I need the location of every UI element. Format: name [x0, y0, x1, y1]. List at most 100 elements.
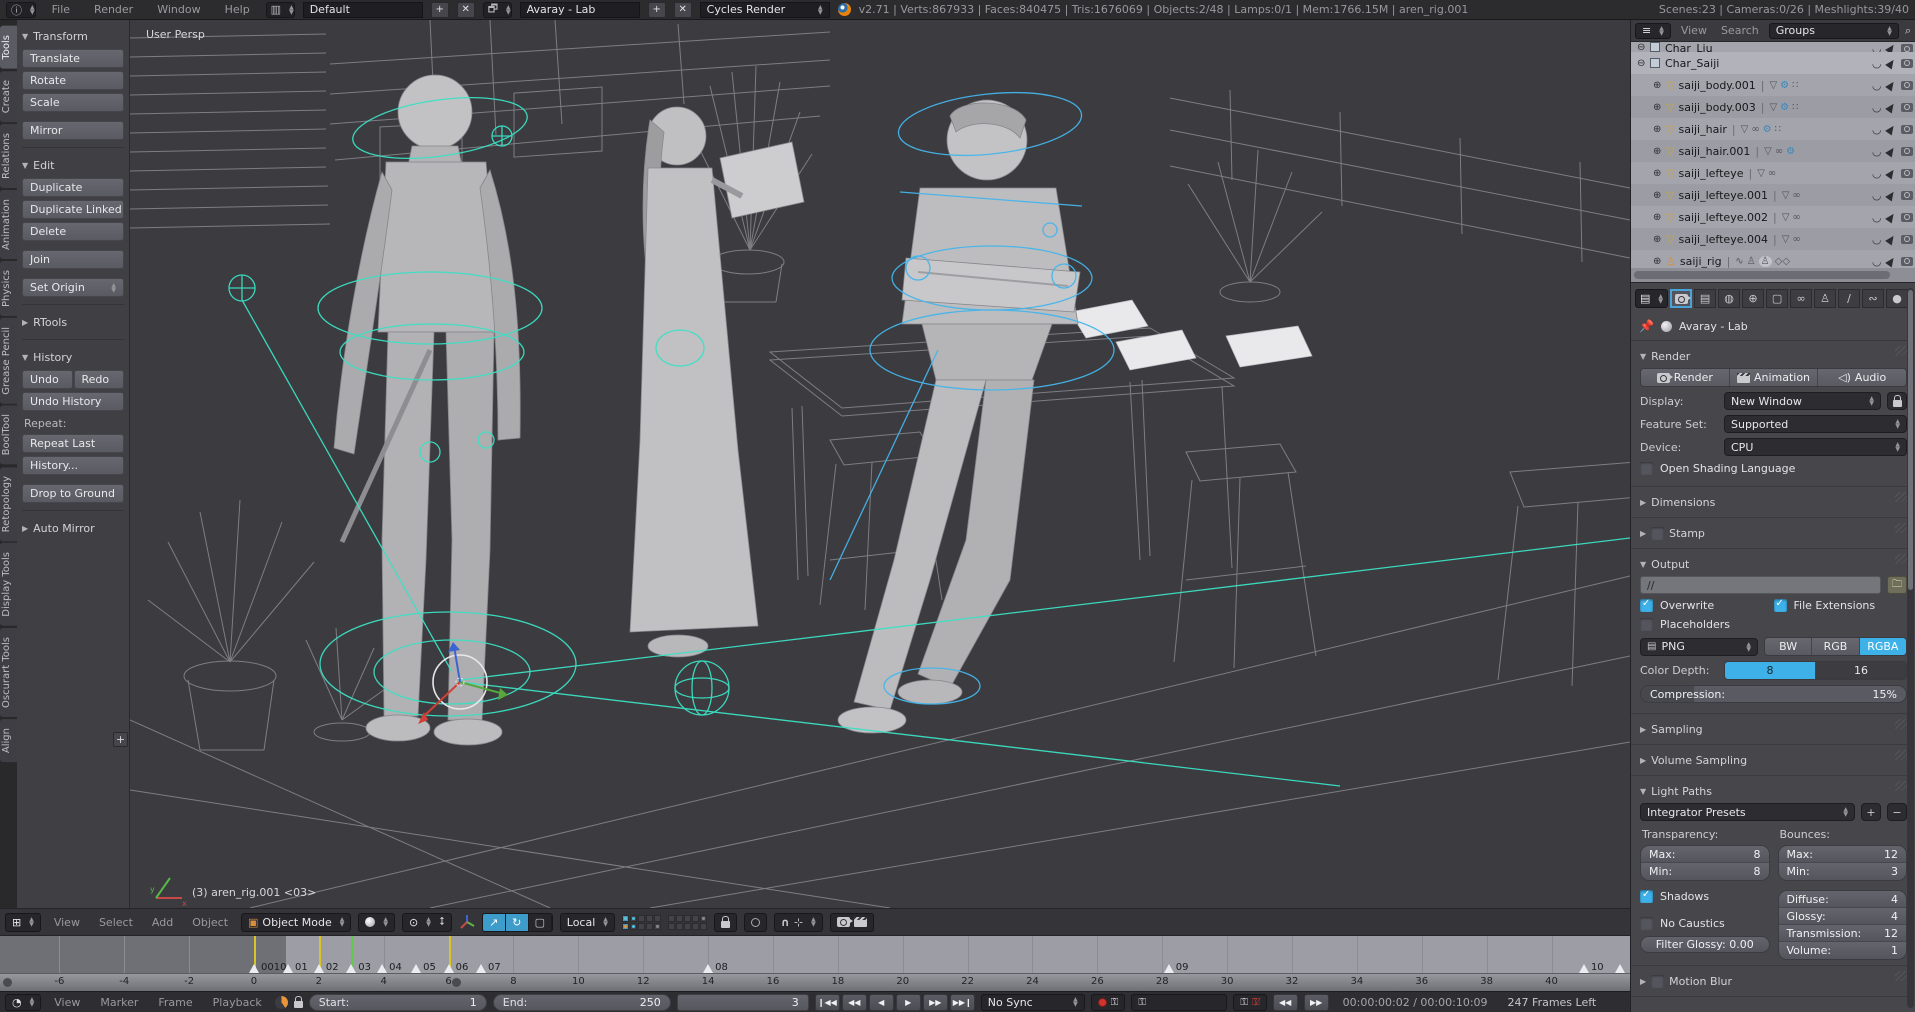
output-path-field[interactable]: // — [1640, 576, 1881, 594]
record-auto-key-icon[interactable] — [1097, 997, 1107, 1007]
outliner-row[interactable]: ⊕ ▽ saiji_hair.001 | ▽ ∞ ⚙ ◡ — [1631, 140, 1915, 162]
add-scene-button[interactable]: + — [647, 1, 666, 18]
selectability-icon[interactable] — [1885, 189, 1897, 201]
tab-animation[interactable]: Animation — [0, 189, 17, 259]
mesh-data-icon[interactable]: ▽ — [1782, 234, 1790, 245]
manipulator-axis-icon[interactable] — [459, 914, 475, 930]
visibility-icon[interactable]: ◡ — [1873, 101, 1881, 114]
bounces-min-field[interactable]: Min: 3 — [1778, 863, 1906, 880]
modifiers-icon[interactable]: ∷ — [1792, 102, 1798, 113]
transparency-max-field[interactable]: Max: 8 — [1641, 846, 1769, 863]
mesh-data-icon[interactable]: ▽ — [1757, 168, 1765, 179]
tab-material[interactable]: ● — [1886, 289, 1909, 308]
timeline-marker-menu[interactable]: Marker — [93, 996, 145, 1009]
tab-physics[interactable]: Physics — [0, 260, 17, 316]
tab-tools[interactable]: Tools — [0, 26, 17, 69]
wrench-icon[interactable]: ⚙ — [1763, 124, 1772, 135]
glossy-bounces-field[interactable]: Glossy: 4 — [1778, 908, 1906, 925]
file-browse-button[interactable]: 🗀 — [1887, 576, 1907, 594]
duplicate-linked-button[interactable]: Duplicate Linked — [22, 200, 124, 219]
timeline-lock-icon[interactable] — [293, 995, 303, 1008]
edit-panel-header[interactable]: ▼ Edit — [22, 159, 124, 172]
file-extensions-checkbox[interactable] — [1773, 598, 1787, 612]
tab-grease-pencil[interactable]: Grease Pencil — [0, 317, 17, 404]
viewport-shading-selector[interactable]: ▲ ▼ — [358, 912, 395, 932]
wrench-icon[interactable]: ⚙ — [1780, 80, 1789, 91]
current-frame-field[interactable]: 3 — [676, 993, 809, 1011]
volume-bounces-field[interactable]: Volume: 1 — [1778, 942, 1906, 959]
pin-icon[interactable]: 📌 — [1639, 319, 1654, 333]
render-visibility-icon[interactable] — [1901, 80, 1913, 90]
tab-display-tools[interactable]: Display Tools — [0, 543, 17, 626]
jump-next-marker-button[interactable]: ▶▶ — [1303, 993, 1329, 1011]
visibility-icon[interactable]: ◡ — [1873, 123, 1881, 136]
tab-scene[interactable]: ◍ — [1718, 289, 1741, 308]
selectability-icon[interactable] — [1885, 79, 1897, 91]
timeline-ruler[interactable]: -6 -4 -2 0 2 4 6 8 10 12 14 16 18 20 22 24 26 28 30 32 34 36 3… — [0, 973, 1630, 991]
tab-align[interactable]: Align — [0, 718, 17, 762]
modifiers-icon[interactable]: ∷ — [1775, 124, 1781, 135]
use-preview-range-icon[interactable] — [274, 995, 288, 1009]
delete-button[interactable]: Delete — [22, 222, 124, 241]
mesh-data-icon[interactable]: ▽ — [1782, 190, 1790, 201]
outliner-view-menu[interactable]: View — [1677, 24, 1711, 37]
jump-prev-marker-button[interactable]: ◀◀ — [1272, 993, 1298, 1011]
history-menu-button[interactable]: History... — [22, 456, 124, 475]
outliner-row[interactable]: ⊕ ♙ saiji_rig | ∿ ♙ ♙ ◇◇ ◡ — [1631, 250, 1915, 268]
add-preset-button[interactable]: + — [1861, 803, 1881, 821]
expand-icon[interactable]: ⊕ — [1653, 190, 1666, 201]
motion-blur-panel-header[interactable]: ▶ Motion Blur — [1640, 975, 1907, 988]
snap-element-icon[interactable]: ⊹ — [794, 916, 803, 929]
tab-bone-constraints[interactable]: ∾ — [1862, 289, 1885, 308]
opengl-render-still-icon[interactable] — [836, 917, 853, 927]
visibility-icon[interactable]: ◡ — [1873, 79, 1881, 92]
shadows-checkbox[interactable] — [1640, 889, 1653, 903]
tab-render[interactable] — [1670, 289, 1693, 308]
visibility-icon[interactable]: ◡ — [1873, 167, 1881, 180]
light-paths-panel-header[interactable]: ▼ Light Paths — [1640, 785, 1907, 798]
keying-mode-icon[interactable]: ⚿ — [1111, 997, 1119, 1008]
visibility-icon[interactable]: ◡ — [1873, 211, 1881, 224]
timeline-keyframe-area[interactable]: 0010 01 02 03 04 05 06 07 08 09 10 — [0, 936, 1630, 973]
visibility-icon[interactable]: ◡ — [1873, 42, 1881, 52]
mesh-data-icon[interactable]: ▽ — [1741, 124, 1749, 135]
history-panel-header[interactable]: ▼ History — [22, 351, 124, 364]
keying-set-field[interactable]: ⚿ — [1131, 993, 1228, 1011]
overwrite-checkbox[interactable] — [1640, 598, 1653, 612]
outliner-row[interactable]: ⊕ ▽ saiji_body.003 | ▽ ⚙ ∷ ◡ — [1631, 96, 1915, 118]
visibility-icon[interactable]: ◡ — [1873, 255, 1881, 268]
menu-window[interactable]: Window — [149, 3, 208, 16]
magnet-icon[interactable]: ∩ — [781, 916, 790, 929]
output-panel-header[interactable]: ▼ Output — [1640, 558, 1907, 571]
menu-render[interactable]: Render — [86, 3, 141, 16]
scene-name[interactable]: Avaray - Lab — [519, 1, 640, 18]
transparency-min-field[interactable]: Min: 8 — [1641, 863, 1769, 880]
prev-keyframe-button[interactable]: ◀◀ — [841, 993, 867, 1011]
screen-layout-name[interactable]: Default — [302, 1, 423, 18]
selectability-icon[interactable] — [1885, 211, 1897, 223]
mirror-button[interactable]: Mirror — [22, 121, 124, 140]
scale-manipulator-toggle[interactable]: ▢ — [528, 913, 552, 931]
integrator-presets-select[interactable]: Integrator Presets ▲ ▼ — [1640, 803, 1855, 821]
render-visibility-icon[interactable] — [1901, 190, 1913, 200]
play-button[interactable]: ▶ — [895, 993, 921, 1011]
modifiers-icon[interactable]: ∷ — [1792, 80, 1798, 91]
frame-start-field[interactable]: Start: 1 — [308, 993, 487, 1011]
viewport-3d[interactable]: User Persp (3) aren_rig.001 <03> y x — [130, 20, 1630, 908]
audio-button[interactable]: ◁) Audio — [1818, 369, 1906, 386]
render-visibility-icon[interactable] — [1901, 256, 1913, 266]
outliner-row[interactable]: ⊖ Char_Liu ◡ — [1631, 42, 1915, 52]
tab-create[interactable]: Create — [0, 70, 17, 122]
compression-slider[interactable]: Compression: 15% — [1640, 685, 1907, 703]
rgb-button[interactable]: RGB — [1812, 638, 1860, 655]
rotate-button[interactable]: Rotate — [22, 71, 124, 90]
outliner-row[interactable]: ⊕ ▽ saiji_hair | ▽ ∞ ⚙ ∷ ◡ — [1631, 118, 1915, 140]
outliner-row[interactable]: ⊖ Char_Saiji ◡ — [1631, 52, 1915, 74]
view-menu[interactable]: View — [48, 916, 86, 929]
visibility-icon[interactable]: ◡ — [1873, 189, 1881, 202]
render-visibility-icon[interactable] — [1901, 58, 1913, 68]
menu-help[interactable]: Help — [217, 3, 258, 16]
outliner-editor-type-selector[interactable]: ≡ ▲ ▼ — [1635, 22, 1671, 39]
layer-buttons-2[interactable] — [667, 914, 707, 930]
depth-8-button[interactable]: 8 — [1725, 662, 1816, 679]
